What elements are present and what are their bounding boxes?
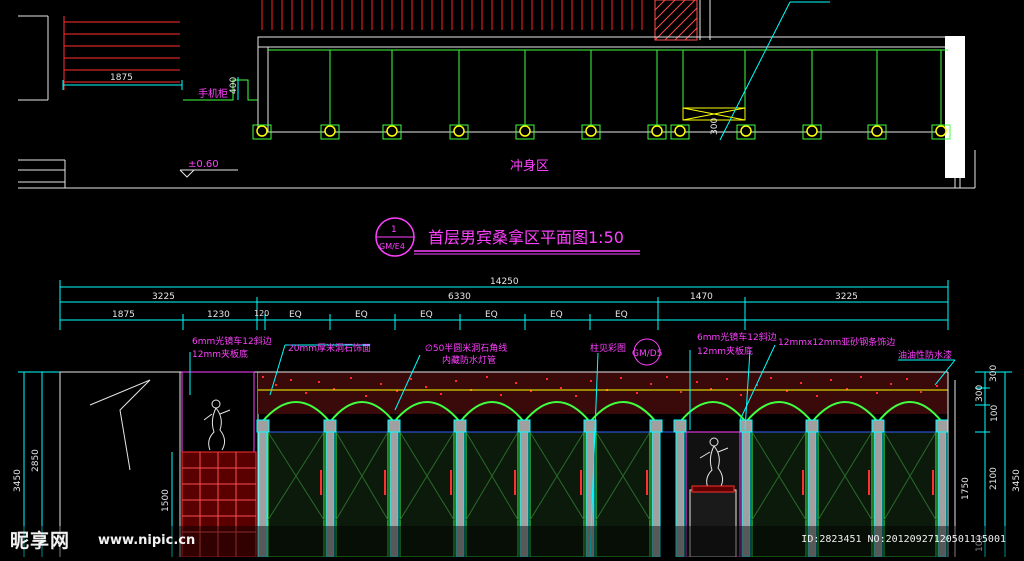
cad-drawing: 1875 手机柜 400 300 ±0.60 冲身区 1 GM/E4 首层男宾桑…: [0, 0, 1024, 561]
dim-right-1: 300: [989, 365, 999, 382]
level-mark-symbol: [179, 169, 238, 178]
dim-tier3-2: 1230: [207, 310, 230, 320]
marble-frieze: [258, 372, 948, 414]
dim-right-2: 300: [975, 385, 985, 402]
plan-dim-400: 400: [229, 77, 239, 94]
annotation-col-see: 柱见彩图: [590, 342, 626, 354]
left-wall-lines: [18, 15, 975, 189]
dim-tier2-3: 1470: [690, 292, 713, 302]
cad-canvas: 1875 手机柜 400 300 ±0.60 冲身区 1 GM/E4 首层男宾桑…: [13, 0, 1022, 561]
dim-tier2-2: 6330: [448, 292, 471, 302]
annotation-marble-line-1: ∅50半圆米洞石角线: [425, 342, 507, 354]
annotation-mirror-left-2: 12mm夹板底: [192, 348, 248, 360]
room-label: 冲身区: [510, 158, 549, 174]
dim-right-3: 100: [990, 405, 1000, 422]
dim-lines: [59, 280, 949, 330]
watermark-logo: 昵享网: [10, 530, 71, 552]
dim-total: 14250: [490, 277, 519, 287]
annotation-mirror-left-1: 6mm光镜车12斜边: [192, 335, 272, 347]
dim-tier3-9: EQ: [615, 310, 628, 320]
drawing-title: 1 GM/E4 首层男宾桑拿区平面图1:50: [375, 217, 640, 257]
annotation-mirror-right-2: 12mm夹板底: [697, 345, 753, 357]
index-top: 1: [391, 225, 397, 235]
dimension-chains: 14250 3225 6330 1470 3225 1875 1230 120 …: [59, 277, 949, 330]
plan-dim-1875: 1875: [110, 73, 133, 83]
dim-tier3-8: EQ: [550, 310, 563, 320]
title-text: 首层男宾桑拿区平面图1:50: [428, 228, 624, 247]
dim-tier3-7: EQ: [485, 310, 498, 320]
annotation-marble: 20mm厚米洞石饰面: [288, 342, 371, 354]
plan-frame: [257, 36, 949, 133]
hatch-block: [654, 0, 698, 41]
dim-right-6: 1750: [961, 477, 971, 500]
annotation-mirror-right-1: 6mm光镜车12斜边: [697, 331, 777, 343]
dim-tier3-1: 1875: [112, 310, 135, 320]
dim-tier2-1: 3225: [152, 292, 175, 302]
dim-left-2: 2850: [31, 449, 41, 472]
dim-left-1: 3450: [13, 469, 23, 492]
dim-tier3-3: 120: [254, 309, 269, 318]
watermark-url: www.nipic.cn: [98, 533, 196, 548]
dim-tier3-4: EQ: [289, 310, 302, 320]
plan-columns: [256, 125, 947, 137]
white-wall: [945, 36, 965, 178]
annotation-marble-line-2: 内藏防水灯管: [442, 354, 496, 366]
annotation-paint: 油油性防水漆: [898, 349, 952, 361]
floor-plan: 1875 手机柜 400 300 ±0.60 冲身区: [18, 0, 976, 189]
watermark-id: ID:2823451 NO:20120927120501115001: [801, 534, 1006, 545]
elevation: 300 300 100 3450 2100 1750 100 3450 2850…: [13, 331, 1022, 561]
leader-lines: [719, 1, 830, 141]
dim-right-4: 3450: [1012, 469, 1022, 492]
dim-left-3: 1500: [161, 489, 171, 512]
index-bottom: GM/E4: [379, 242, 405, 251]
center-pedestal-top: [691, 485, 735, 493]
annotation-steel-strip: 12mmx12mm亚砂钢条饰边: [778, 336, 895, 348]
partitions: [268, 49, 948, 125]
col-index: GM/D5: [632, 349, 662, 359]
top-grille: [261, 0, 643, 30]
left-mirror-frame: [181, 371, 255, 453]
dim-tier3-5: EQ: [355, 310, 368, 320]
statue-left: [203, 399, 231, 451]
dim-tier2-4: 3225: [835, 292, 858, 302]
plan-dim-300: 300: [710, 118, 720, 135]
dim-right-5: 2100: [989, 467, 999, 490]
dim-tier3-6: EQ: [420, 310, 433, 320]
phone-cabinet-label: 手机柜: [198, 87, 228, 100]
level-mark: ±0.60: [188, 159, 219, 170]
